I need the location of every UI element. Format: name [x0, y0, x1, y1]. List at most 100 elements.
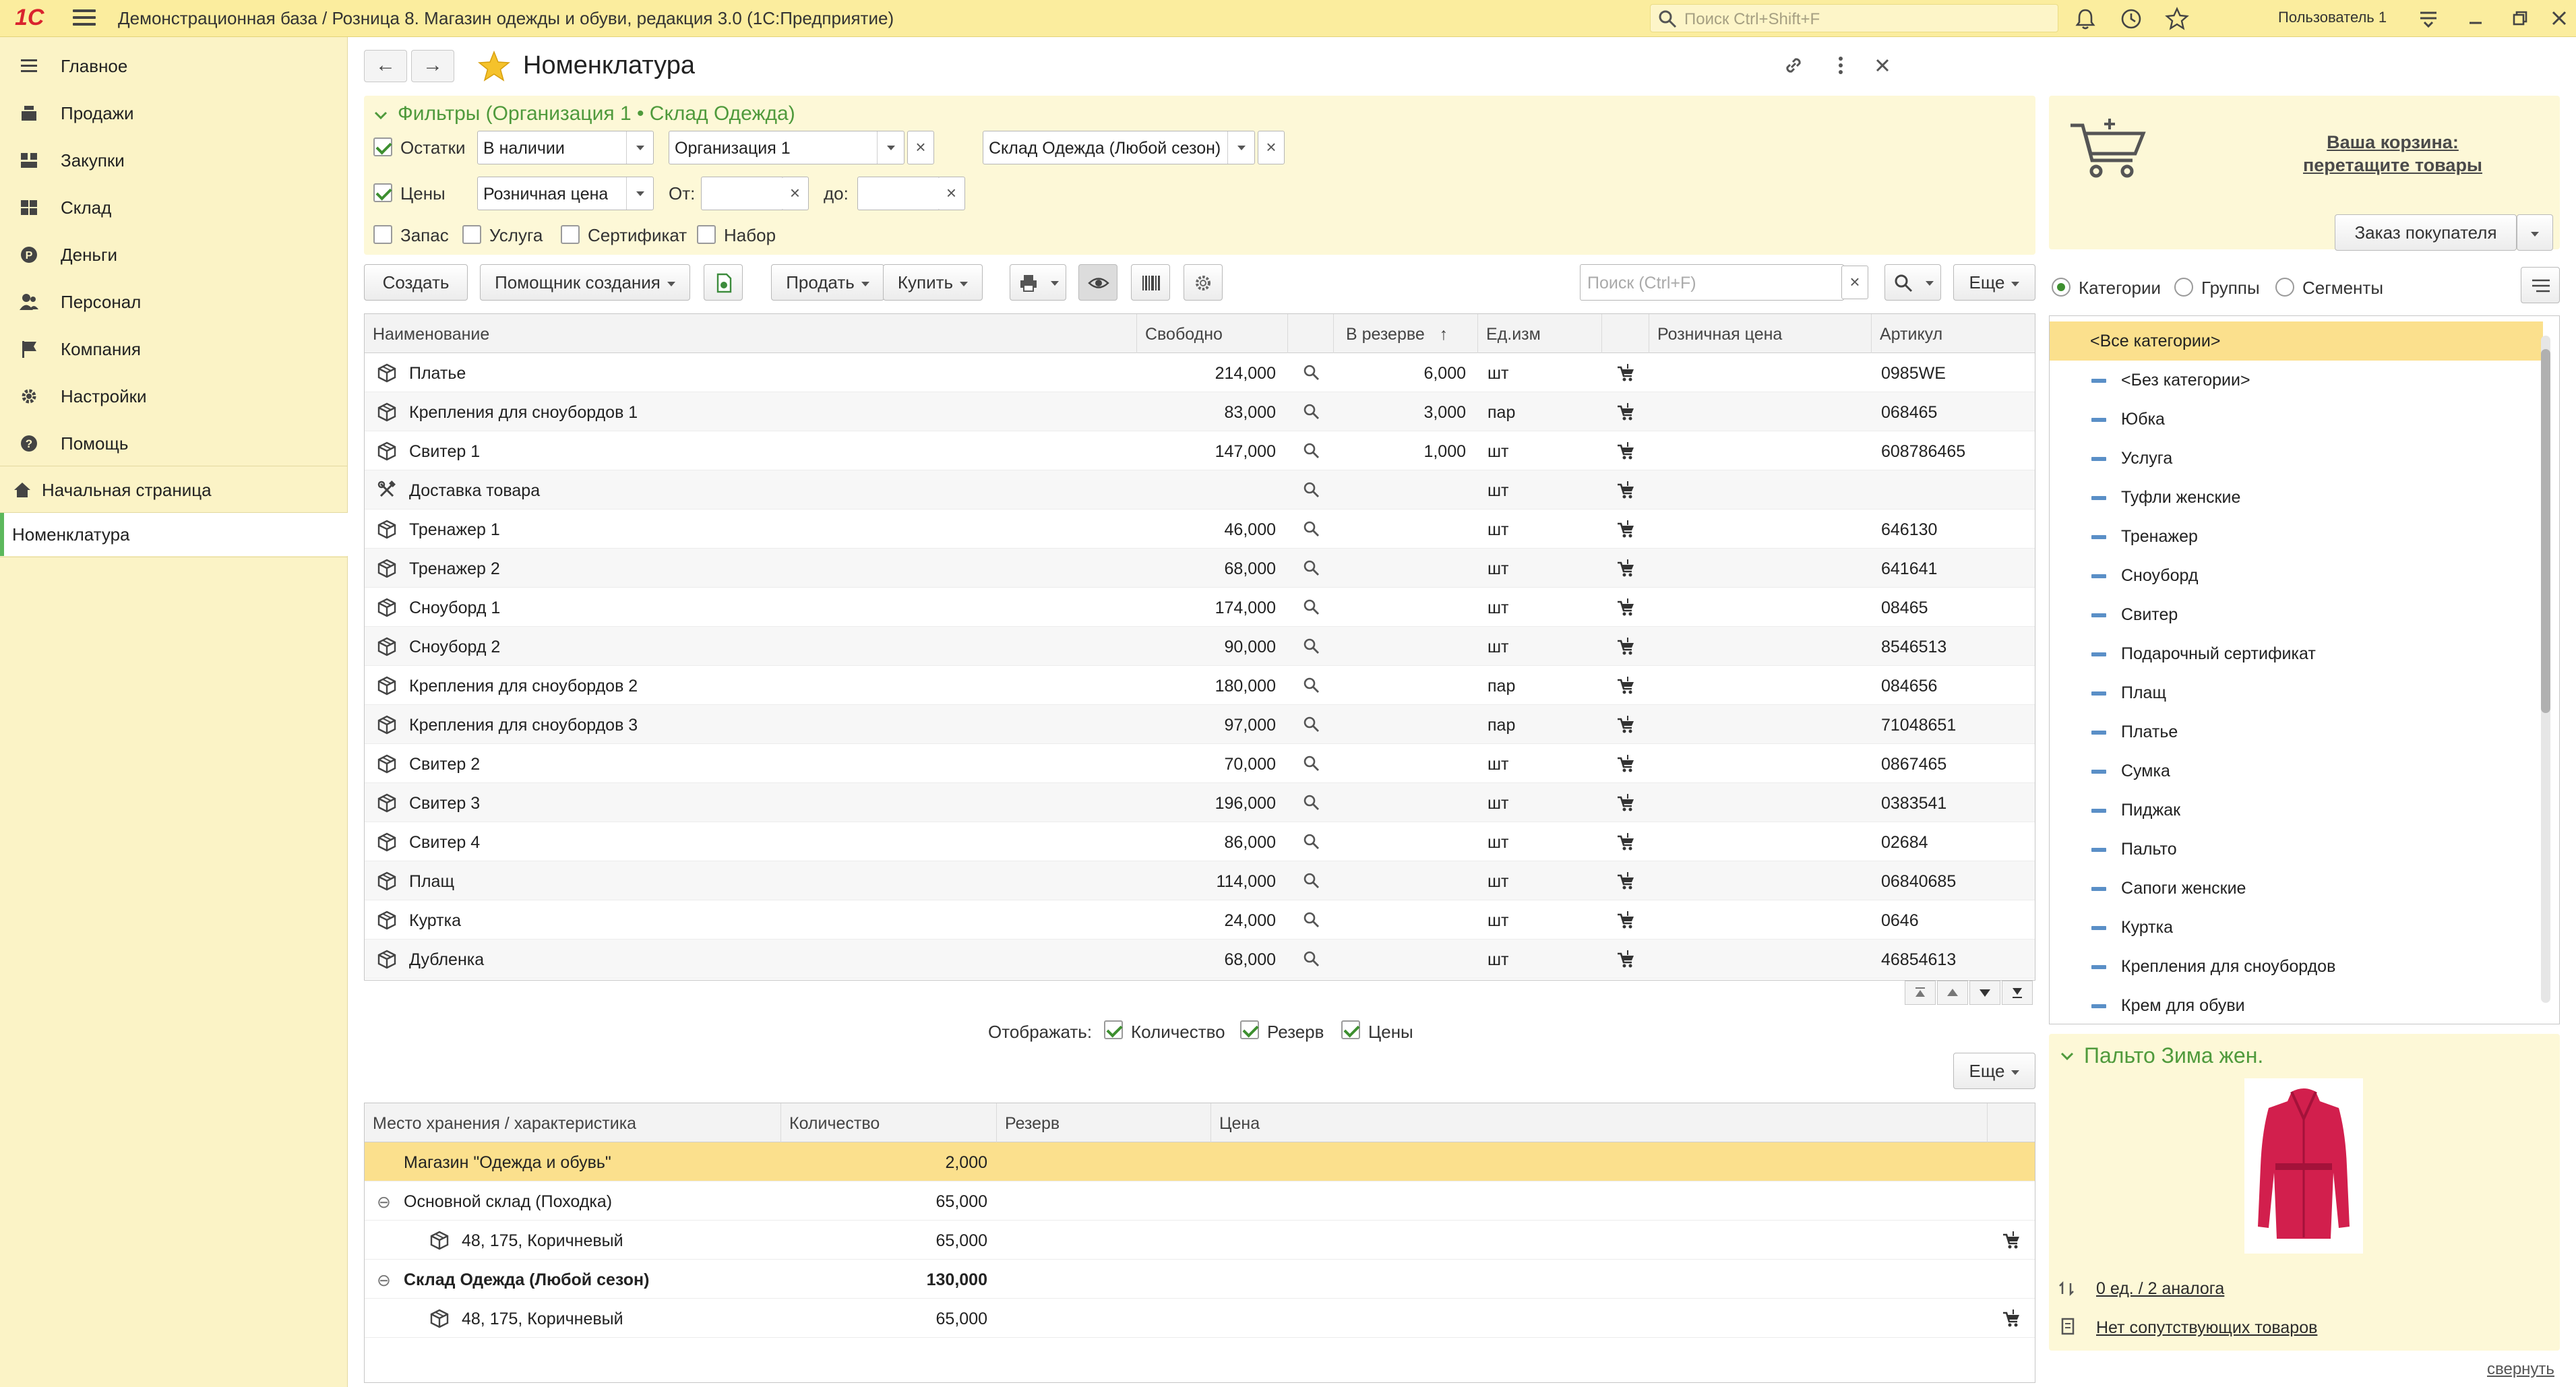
- section-warehouse[interactable]: Склад: [0, 184, 348, 230]
- prices-checkbox[interactable]: [373, 183, 392, 202]
- minimize-icon[interactable]: [2464, 7, 2487, 30]
- category-item[interactable]: Свитер: [2050, 595, 2543, 634]
- section-sales[interactable]: Продажи: [0, 90, 348, 135]
- category-item[interactable]: Пиджак: [2050, 791, 2543, 830]
- table-row[interactable]: 48, 175, Коричневый 65,000: [365, 1299, 2035, 1338]
- category-item[interactable]: Платье: [2050, 712, 2543, 751]
- stock-more-button[interactable]: Еще: [1953, 1053, 2035, 1089]
- column-storage-place[interactable]: Место хранения / характеристика: [365, 1103, 781, 1142]
- settings-button[interactable]: [1184, 264, 1223, 301]
- radio-segments[interactable]: [2275, 278, 2294, 297]
- category-item[interactable]: Крем для обуви: [2050, 986, 2543, 1024]
- main-menu-icon[interactable]: [73, 9, 96, 27]
- category-item[interactable]: Крепления для сноубордов: [2050, 947, 2543, 986]
- customer-order-button[interactable]: Заказ покупателя: [2335, 214, 2517, 251]
- radio-categories[interactable]: [2052, 278, 2071, 297]
- category-item[interactable]: Сапоги женские: [2050, 869, 2543, 908]
- table-row[interactable]: Плащ 114,000 шт 06840685: [365, 861, 2035, 900]
- stock-checkbox[interactable]: [373, 137, 392, 156]
- creation-wizard-button[interactable]: Помощник создания: [480, 264, 690, 301]
- bell-icon[interactable]: [2073, 7, 2097, 31]
- list-search-clear-button[interactable]: ×: [1841, 266, 1868, 299]
- section-help[interactable]: ? Помощь: [0, 420, 348, 466]
- table-row[interactable]: Платье 214,000 6,000 шт 0985WE: [365, 353, 2035, 392]
- red-coat-image[interactable]: [2244, 1078, 2363, 1254]
- table-row[interactable]: Свитер 2 70,000 шт 0867465: [365, 744, 2035, 783]
- basket-hint-link[interactable]: Ваша корзина: перетащите товары: [2251, 131, 2534, 177]
- sell-button[interactable]: Продать: [771, 264, 884, 301]
- type-service-checkbox[interactable]: [462, 225, 481, 244]
- global-search-input[interactable]: Поиск Ctrl+Shift+F: [1650, 4, 2058, 32]
- table-row[interactable]: Свитер 1 147,000 1,000 шт 608786465: [365, 431, 2035, 470]
- buy-button[interactable]: Купить: [883, 264, 983, 301]
- column-name[interactable]: Наименование: [365, 314, 1137, 353]
- scroll-to-top-button[interactable]: [1905, 981, 1936, 1005]
- section-money[interactable]: Р Деньги: [0, 231, 348, 277]
- table-row[interactable]: Свитер 3 196,000 шт 0383541: [365, 783, 2035, 822]
- category-list-settings-button[interactable]: [2521, 267, 2560, 303]
- table-row[interactable]: Доставка товара шт: [365, 470, 2035, 510]
- categories-scrollbar[interactable]: [2541, 336, 2550, 1003]
- history-icon[interactable]: [2119, 7, 2143, 31]
- create-button[interactable]: Создать: [364, 264, 468, 301]
- barcode-button[interactable]: [1131, 264, 1170, 301]
- section-personnel[interactable]: Персонал: [0, 278, 348, 324]
- type-stock-checkbox[interactable]: [373, 225, 392, 244]
- category-item[interactable]: Плащ: [2050, 673, 2543, 712]
- display-quantity-checkbox[interactable]: [1104, 1020, 1123, 1039]
- chevron-down-icon[interactable]: [1227, 131, 1254, 164]
- price-type-select[interactable]: Розничная цена: [477, 177, 654, 210]
- more-actions-icon[interactable]: [1828, 53, 1853, 78]
- category-item[interactable]: Тренажер: [2050, 517, 2543, 556]
- category-item[interactable]: <Все категории>: [2050, 321, 2543, 361]
- collapse-toggle-icon[interactable]: ⊖: [377, 1260, 397, 1299]
- related-products-link[interactable]: Нет сопутствующих товаров: [2096, 1318, 2317, 1338]
- table-row[interactable]: Дубленка 68,000 шт 46854613: [365, 939, 2035, 979]
- close-window-icon[interactable]: [2548, 7, 2571, 30]
- open-window-nomenclature[interactable]: Номенклатура: [0, 513, 348, 556]
- column-free[interactable]: Свободно: [1137, 314, 1288, 353]
- export-button[interactable]: [704, 264, 743, 301]
- category-item[interactable]: Туфли женские: [2050, 478, 2543, 517]
- category-item[interactable]: Юбка: [2050, 400, 2543, 439]
- price-from-input[interactable]: [701, 177, 785, 210]
- column-reserve[interactable]: В резерве ↑: [1334, 314, 1478, 353]
- add-to-cart-icon[interactable]: [2001, 1308, 2021, 1328]
- settings-menu-icon[interactable]: [2417, 7, 2440, 30]
- back-button[interactable]: ←: [364, 50, 407, 82]
- category-item[interactable]: Куртка: [2050, 908, 2543, 947]
- restore-icon[interactable]: [2509, 7, 2532, 30]
- link-icon[interactable]: [1781, 53, 1806, 78]
- column-article[interactable]: Артикул: [1872, 314, 2035, 353]
- more-button[interactable]: Еще: [1953, 264, 2035, 301]
- table-row[interactable]: Тренажер 1 46,000 шт 646130: [365, 510, 2035, 549]
- scroll-down-button[interactable]: [1969, 981, 2000, 1005]
- chevron-down-icon[interactable]: [2058, 1047, 2076, 1065]
- filters-title[interactable]: Фильтры (Организация 1 • Склад Одежда): [398, 102, 795, 125]
- collapse-panel-link[interactable]: свернуть: [2487, 1360, 2554, 1379]
- display-reserve-checkbox[interactable]: [1240, 1020, 1259, 1039]
- product-title[interactable]: Пальто Зима жен.: [2084, 1043, 2263, 1068]
- table-row[interactable]: Тренажер 2 68,000 шт 641641: [365, 549, 2035, 588]
- stock-select[interactable]: В наличии: [477, 131, 654, 164]
- warehouse-clear-button[interactable]: ×: [1258, 131, 1285, 164]
- column-quantity[interactable]: Количество: [781, 1103, 997, 1142]
- column-price[interactable]: Цена: [1211, 1103, 1988, 1142]
- type-set-checkbox[interactable]: [697, 225, 716, 244]
- table-row[interactable]: Крепления для сноубордов 2 180,000 пар 0846…: [365, 666, 2035, 705]
- scroll-to-bottom-button[interactable]: [2002, 981, 2033, 1005]
- close-form-icon[interactable]: [1870, 53, 1895, 78]
- type-certificate-checkbox[interactable]: [561, 225, 580, 244]
- table-row[interactable]: Крепления для сноубордов 1 83,000 3,000 пар…: [365, 392, 2035, 431]
- category-item[interactable]: Сумка: [2050, 751, 2543, 791]
- category-item[interactable]: <Без категории>: [2050, 361, 2543, 400]
- section-purchases[interactable]: Закупки: [0, 137, 348, 183]
- preview-toggle-button[interactable]: [1078, 264, 1117, 301]
- table-row[interactable]: Сноуборд 2 90,000 шт 8546513: [365, 627, 2035, 666]
- category-item[interactable]: Подарочный сертификат: [2050, 634, 2543, 673]
- analogs-link[interactable]: 0 ед. / 2 аналога: [2096, 1279, 2224, 1299]
- organization-clear-button[interactable]: ×: [907, 131, 934, 164]
- print-button[interactable]: [1010, 264, 1066, 301]
- chevron-down-icon[interactable]: [877, 131, 904, 164]
- price-from-clear-button[interactable]: ×: [782, 177, 809, 210]
